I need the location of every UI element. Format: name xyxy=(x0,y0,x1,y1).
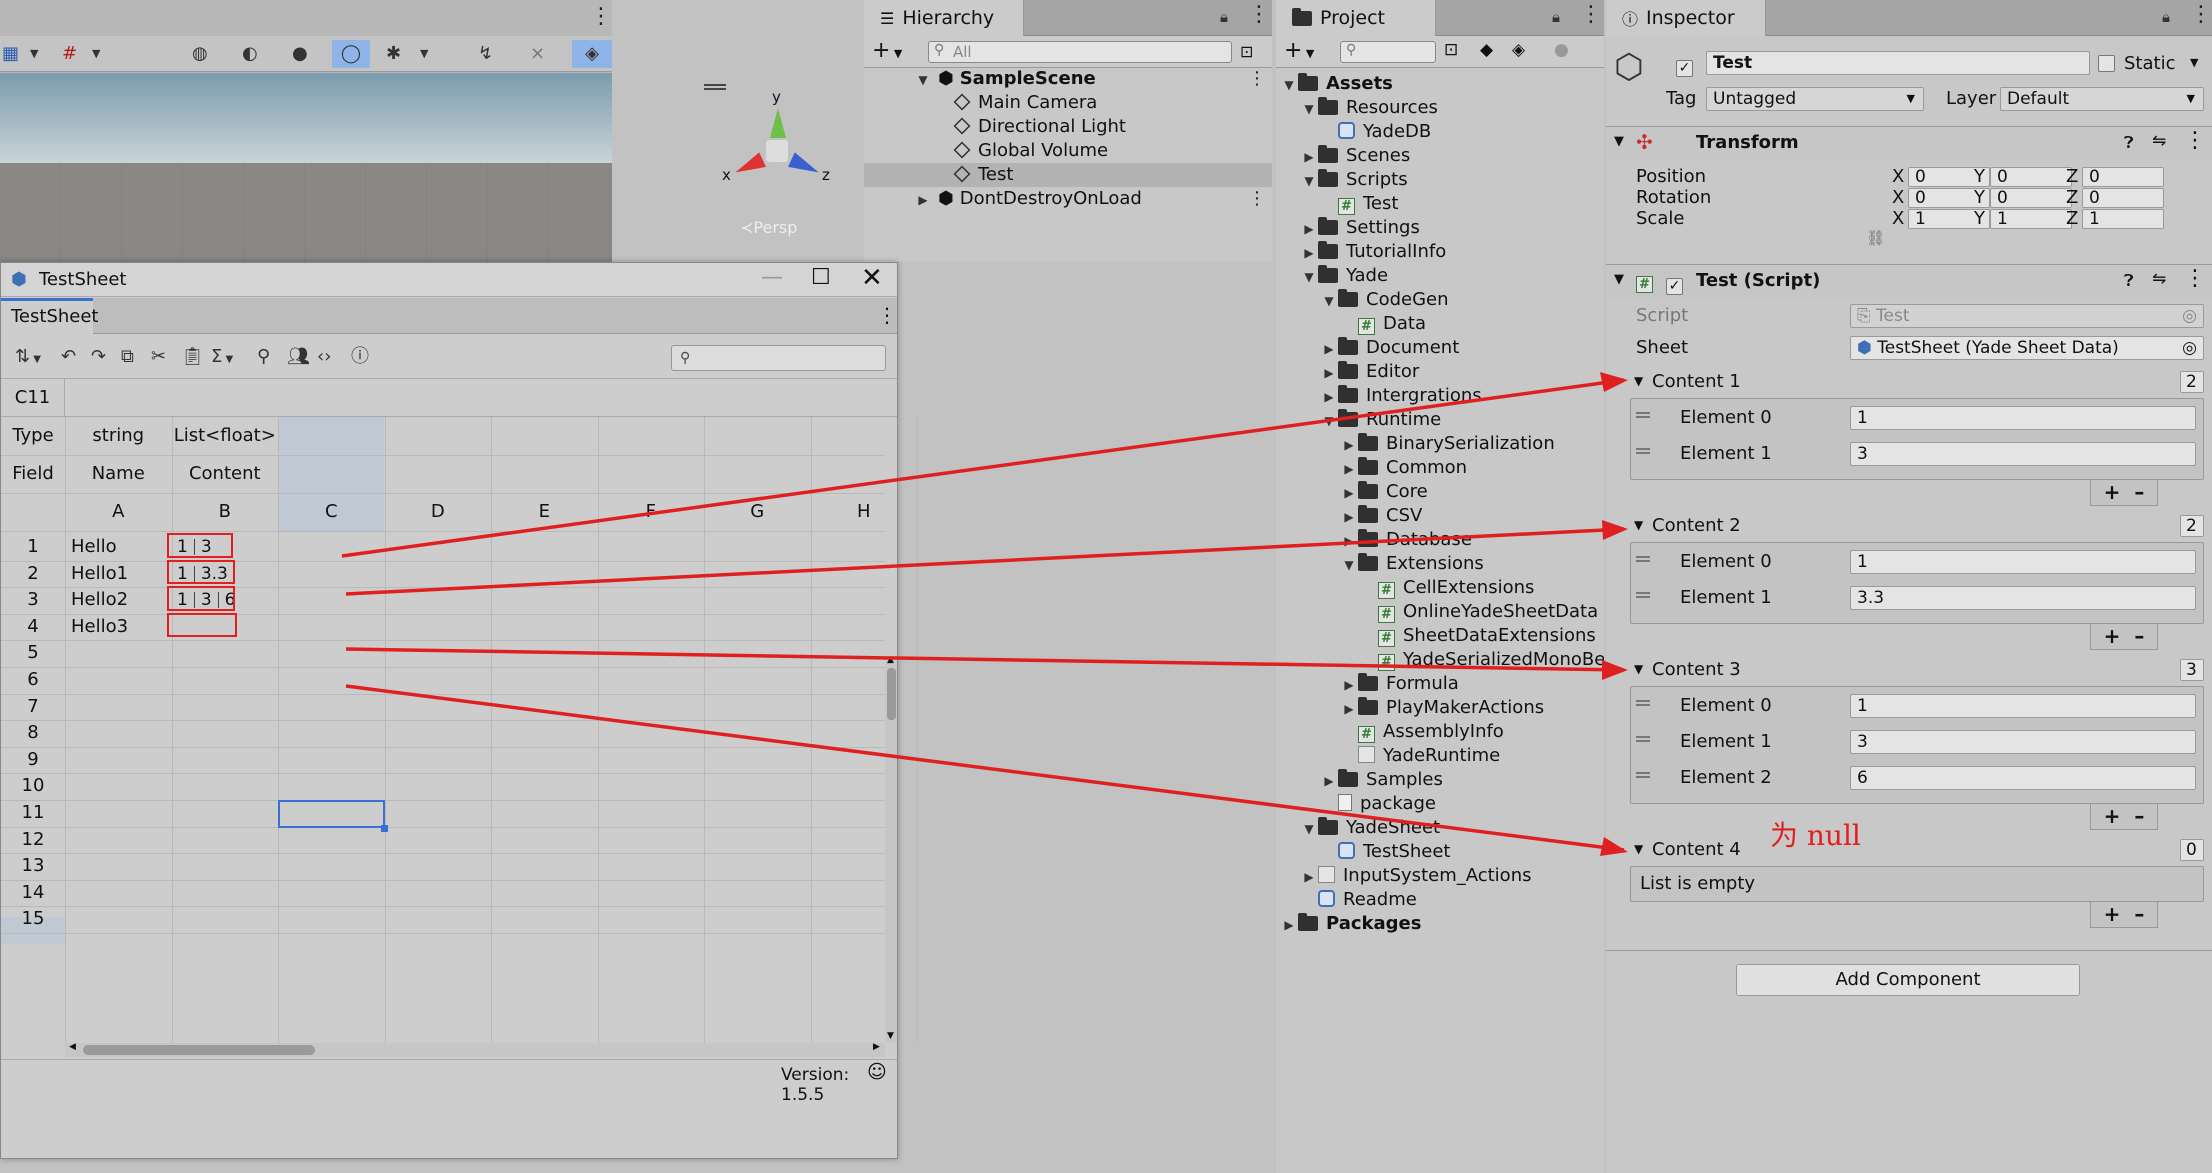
annotation-arrows xyxy=(341,372,1628,856)
arrow-content-2 xyxy=(345,527,1625,596)
arrowhead-3 xyxy=(1602,660,1628,680)
arrow-content-3 xyxy=(345,647,1625,672)
gizmo-center xyxy=(766,140,788,162)
gizmo-z-label: z xyxy=(822,166,830,184)
gizmo-y-cone xyxy=(770,108,786,138)
gizmo-x-label: x xyxy=(722,166,731,184)
gizmo-menu-icon[interactable] xyxy=(704,84,726,90)
gizmo-y-label: y xyxy=(772,88,781,106)
arrowhead-2 xyxy=(1602,520,1628,540)
persp-label[interactable]: ≺Persp xyxy=(740,218,797,237)
arrow-content-4 xyxy=(345,684,1625,852)
arrowhead-4 xyxy=(1600,837,1628,856)
arrowhead-1 xyxy=(1600,372,1628,392)
arrow-content-1 xyxy=(341,376,1625,558)
